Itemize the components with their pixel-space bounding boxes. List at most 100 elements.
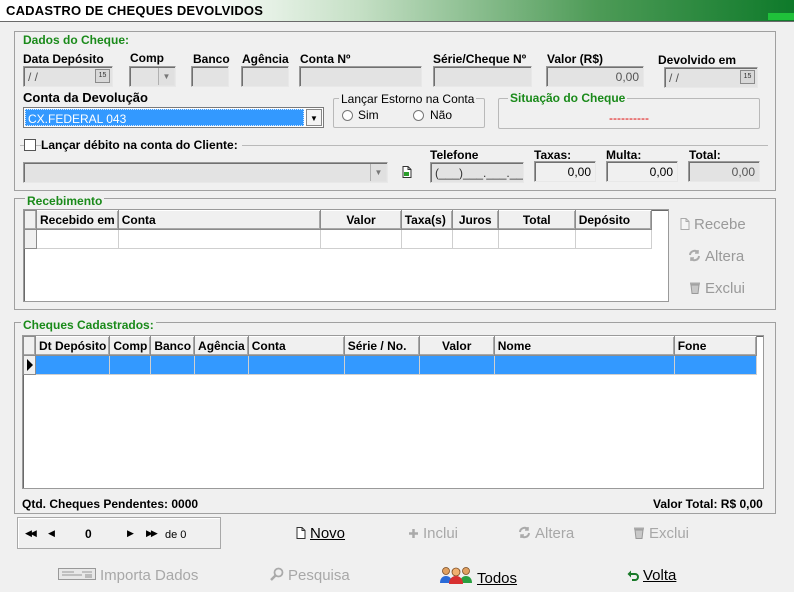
table-cell[interactable] <box>247 355 345 375</box>
table-cell[interactable] <box>451 229 499 249</box>
banco-field[interactable] <box>191 66 229 87</box>
new-document-icon <box>296 527 306 539</box>
cliente-chevron-down-icon[interactable]: ▼ <box>370 164 386 181</box>
table-cell[interactable] <box>36 229 119 249</box>
data-deposito-field[interactable]: / / 15 <box>23 66 113 87</box>
conta-field[interactable] <box>299 66 422 87</box>
estorno-nao-radio[interactable] <box>413 110 424 121</box>
total-value: 0,00 <box>731 165 755 179</box>
exclui-button[interactable]: Exclui <box>633 525 689 542</box>
cadastrados-col-agencia[interactable]: Agência <box>194 336 249 356</box>
recebimento-indicator-header <box>24 210 37 230</box>
telefone-value: (___)___.___.___ <box>435 166 524 180</box>
cadastrados-col-conta[interactable]: Conta <box>247 336 345 356</box>
altera-side-label: Altera <box>705 248 745 265</box>
estorno-nao-label[interactable]: Não <box>430 108 452 122</box>
valor-total-text: Valor Total: R$ 0,00 <box>653 497 763 511</box>
lancar-debito-checkbox[interactable] <box>24 139 36 151</box>
last-record-button[interactable]: ▶▶ <box>146 528 158 539</box>
agencia-field[interactable] <box>241 66 289 87</box>
table-row[interactable] <box>23 355 757 375</box>
inclui-button[interactable]: Inclui <box>408 525 458 542</box>
table-cell[interactable] <box>673 355 757 375</box>
recebimento-col-taxas[interactable]: Taxa(s) <box>400 210 453 230</box>
users-group-icon <box>440 567 472 584</box>
table-cell[interactable] <box>493 355 675 375</box>
comp-select[interactable]: ▼ <box>129 66 176 87</box>
serie-field[interactable] <box>433 66 532 87</box>
table-cell[interactable] <box>34 355 111 375</box>
refresh-icon <box>519 526 530 539</box>
estorno-sim-label[interactable]: Sim <box>358 108 379 122</box>
table-cell[interactable] <box>109 355 152 375</box>
cadastrados-table[interactable]: Dt Depósito Comp Banco Agência Conta Sér… <box>23 336 757 375</box>
estorno-sim-radio[interactable] <box>342 110 353 121</box>
altera-button[interactable]: Altera <box>518 525 574 542</box>
valor-field[interactable]: 0,00 <box>546 66 644 87</box>
todos-button[interactable]: Todos <box>439 566 517 587</box>
table-cell[interactable] <box>400 229 453 249</box>
document-icon <box>680 218 690 230</box>
prev-record-button[interactable]: ◀ <box>48 528 55 539</box>
first-record-button[interactable]: ◀◀ <box>25 528 37 539</box>
recebimento-col-juros[interactable]: Juros <box>451 210 499 230</box>
document-icon[interactable] <box>402 166 412 181</box>
lancar-debito-label[interactable]: Lançar débito na conta do Cliente: <box>41 138 242 152</box>
recebimento-col-conta[interactable]: Conta <box>117 210 321 230</box>
cadastrados-col-dt[interactable]: Dt Depósito <box>34 336 111 356</box>
recebe-button[interactable]: Recebe <box>680 216 746 233</box>
comp-chevron-down-icon[interactable]: ▼ <box>158 68 174 85</box>
cadastrados-col-comp[interactable]: Comp <box>109 336 152 356</box>
exclui-side-button[interactable]: Exclui <box>689 280 745 297</box>
table-cell[interactable] <box>574 229 652 249</box>
conta-devolucao-select[interactable]: CX.FEDERAL 043 ▼ <box>23 107 324 128</box>
pesquisa-button[interactable]: Pesquisa <box>270 567 350 584</box>
calendar-icon[interactable]: 15 <box>95 69 110 83</box>
pendentes-text: Qtd. Cheques Pendentes: 0000 <box>22 497 199 511</box>
altera-side-button[interactable]: Altera <box>688 248 744 265</box>
volta-button[interactable]: Volta <box>627 567 676 584</box>
telefone-field[interactable]: (___)___.___.___ <box>430 162 524 183</box>
recebimento-col-total[interactable]: Total <box>497 210 576 230</box>
recebimento-table[interactable]: Recebido em Conta Valor Taxa(s) Juros To… <box>24 210 652 249</box>
situacao-title: Situação do Cheque <box>508 91 628 105</box>
multa-field[interactable]: 0,00 <box>606 161 678 182</box>
devolvido-calendar-icon[interactable]: 15 <box>740 70 755 84</box>
valor-value: 0,00 <box>615 70 639 84</box>
conta-devolucao-chevron-down-icon[interactable]: ▼ <box>306 109 322 126</box>
volta-label: Volta <box>643 567 677 584</box>
table-cell[interactable] <box>497 229 576 249</box>
data-deposito-label: Data Depósito <box>23 52 104 66</box>
table-cell[interactable] <box>319 229 402 249</box>
next-record-button[interactable]: ▶ <box>127 528 134 539</box>
cadastrados-col-fone[interactable]: Fone <box>673 336 757 356</box>
table-cell[interactable] <box>194 355 249 375</box>
importa-dados-label: Importa Dados <box>100 567 199 584</box>
undo-icon <box>627 570 639 581</box>
table-cell[interactable] <box>150 355 196 375</box>
cadastrados-col-nome[interactable]: Nome <box>493 336 675 356</box>
taxas-field[interactable]: 0,00 <box>534 161 596 182</box>
table-row[interactable] <box>24 229 652 249</box>
total-field[interactable]: 0,00 <box>688 161 760 182</box>
todos-label: Todos <box>477 570 518 587</box>
devolvido-field[interactable]: / / 15 <box>664 67 758 88</box>
telefone-label: Telefone <box>430 148 479 162</box>
recebimento-col-deposito[interactable]: Depósito <box>574 210 652 230</box>
agencia-label: Agência <box>242 52 289 66</box>
cadastrados-col-banco[interactable]: Banco <box>150 336 196 356</box>
table-cell[interactable] <box>117 229 321 249</box>
table-cell[interactable] <box>418 355 495 375</box>
row-pointer-icon <box>27 359 33 371</box>
recebimento-col-recebido[interactable]: Recebido em <box>36 210 119 230</box>
table-cell[interactable] <box>343 355 420 375</box>
cliente-select[interactable]: ▼ <box>23 162 388 183</box>
novo-button[interactable]: Novo <box>296 525 345 542</box>
importa-dados-button[interactable]: Importa Dados <box>58 567 198 584</box>
cadastrados-col-serie[interactable]: Série / No. <box>343 336 420 356</box>
cadastrados-col-valor[interactable]: Valor <box>418 336 495 356</box>
cadastrados-indicator-header <box>23 336 36 356</box>
total-label: Total: <box>689 148 721 162</box>
recebimento-col-valor[interactable]: Valor <box>319 210 402 230</box>
dados-cheque-title: Dados do Cheque: <box>21 33 132 47</box>
